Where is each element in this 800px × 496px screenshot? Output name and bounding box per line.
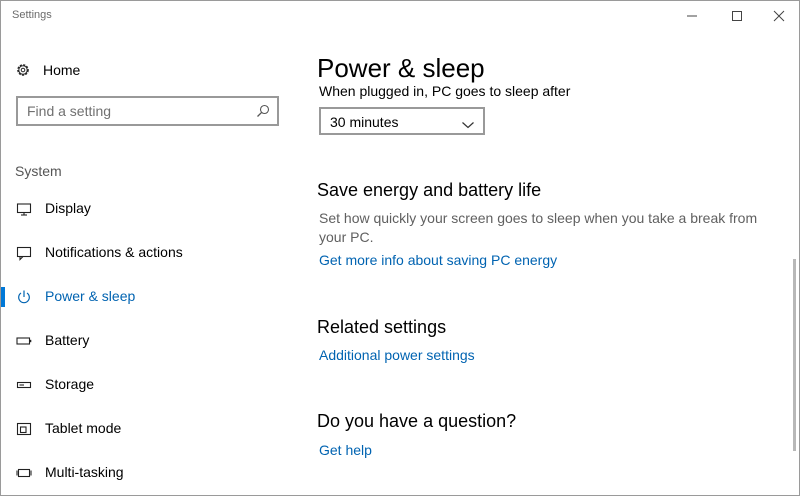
close-icon [773,10,785,22]
sidebar: Home System Display Notifications & acti… [1,31,297,495]
sleep-setting-label: When plugged in, PC goes to sleep after [319,83,571,99]
sidebar-item-label: Battery [45,332,90,348]
search-icon[interactable] [255,103,271,124]
page-title: Power & sleep [317,53,491,84]
save-energy-heading: Save energy and battery life [317,180,542,200]
sidebar-item-notifications[interactable]: Notifications & actions [1,233,297,273]
related-settings-heading: Related settings [317,317,447,337]
minimize-button[interactable] [669,1,715,31]
title-bar[interactable]: Settings [1,1,799,31]
settings-window: Settings Home System [0,0,800,496]
window-title: Settings [12,9,52,21]
home-nav-item[interactable]: Home [15,59,80,81]
dropdown-value: 30 minutes [330,114,399,130]
search-input[interactable] [18,98,257,124]
sidebar-item-label: Power & sleep [45,288,136,304]
sidebar-item-label: Display [45,200,91,216]
minimize-icon [687,15,697,17]
scrollbar-thumb[interactable] [793,259,796,451]
sidebar-item-tablet-mode[interactable]: Tablet mode [1,409,297,449]
sidebar-item-label: Storage [45,376,95,392]
monitor-icon [15,200,33,218]
additional-power-settings-link[interactable]: Additional power settings [319,347,475,363]
sleep-timeout-dropdown[interactable]: 30 minutes [319,107,485,135]
scrollbar[interactable] [783,31,799,495]
close-button[interactable] [756,1,799,31]
sidebar-item-label: Multi-tasking [45,464,124,480]
storage-icon [15,376,33,394]
question-heading: Do you have a question? [317,411,517,431]
multitasking-icon [15,464,33,482]
search-box[interactable] [16,96,279,126]
notification-icon [15,244,33,262]
get-help-link[interactable]: Get help [319,442,372,458]
sidebar-item-power-sleep[interactable]: Power & sleep [1,277,297,317]
maximize-icon [732,11,742,21]
maximize-button[interactable] [714,1,760,31]
tablet-mode-icon [15,420,33,438]
home-label: Home [43,62,81,78]
sidebar-item-label: Notifications & actions [45,244,183,260]
sidebar-item-label: Tablet mode [45,420,122,436]
section-label-system: System [15,163,62,179]
sidebar-item-display[interactable]: Display [1,189,297,229]
main-content: When plugged in, PC goes to sleep after … [297,31,783,495]
sidebar-item-battery[interactable]: Battery [1,321,297,361]
power-icon [15,288,33,306]
battery-icon [15,332,33,350]
chevron-down-icon [461,117,475,135]
gear-icon [17,64,29,76]
save-energy-description: Set how quickly your screen goes to slee… [319,210,758,245]
active-indicator [1,287,5,307]
sidebar-item-multitasking[interactable]: Multi-tasking [1,453,297,493]
sidebar-item-storage[interactable]: Storage [1,365,297,405]
saving-energy-info-link[interactable]: Get more info about saving PC energy [319,252,557,268]
